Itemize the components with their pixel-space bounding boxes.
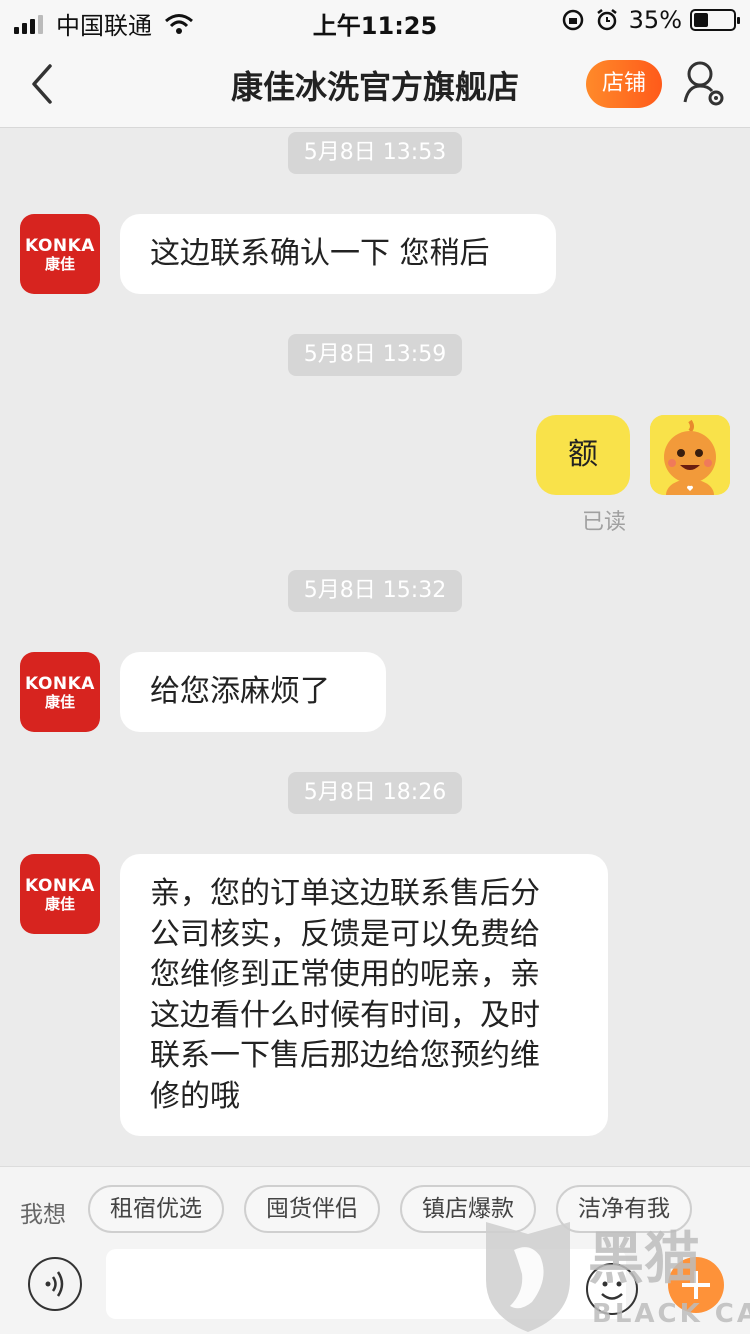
user-settings-icon[interactable] — [682, 58, 726, 108]
timestamp: 5月8日 18:26 — [288, 772, 462, 814]
message-bubble[interactable]: 这边联系确认一下 您稍后 — [120, 214, 556, 294]
watermark-cn: 黑猫 — [588, 1227, 700, 1292]
avatar-logo-en: KONKA — [25, 674, 95, 694]
avatar-logo-en: KONKA — [25, 236, 95, 256]
my-avatar[interactable] — [650, 415, 730, 495]
battery-icon — [690, 9, 740, 31]
shop-avatar[interactable]: KONKA 康佳 — [20, 652, 100, 732]
message-line: 亲，您的订单这边联系售后分 — [150, 876, 540, 911]
message-line: 您维修到正常使用的呢亲，亲 — [150, 957, 540, 992]
black-cat-watermark: 黑猫 BLACK CAT — [486, 1222, 750, 1332]
timestamp: 5月8日 13:53 — [288, 132, 462, 174]
suggestion-chip[interactable]: 租宿优选 — [88, 1185, 224, 1233]
avatar-logo-cn: 康佳 — [44, 255, 75, 273]
shop-avatar[interactable]: KONKA 康佳 — [20, 214, 100, 294]
voice-icon — [45, 1271, 64, 1297]
cartoon-avatar-icon — [650, 415, 730, 495]
rotation-lock-icon — [562, 9, 583, 31]
alarm-icon — [596, 9, 617, 31]
avatar-logo-cn: 康佳 — [44, 895, 75, 913]
watermark-en: BLACK CAT — [592, 1299, 750, 1329]
voice-button[interactable] — [28, 1257, 82, 1311]
battery-percent: 35% — [628, 6, 682, 34]
nav-bar: 康佳冰洗官方旗舰店 店铺 — [0, 40, 750, 128]
status-bar: 中国联通 上午11:25 35% — [0, 0, 750, 40]
suggestion-label: 我想 — [20, 1202, 66, 1228]
shop-avatar[interactable]: KONKA 康佳 — [20, 854, 100, 934]
suggestion-chip[interactable]: 囤货伴侣 — [244, 1185, 380, 1233]
message-line: 公司核实，反馈是可以免费给 — [150, 916, 540, 952]
message-line: 联系一下售后那边给您预约维 — [150, 1038, 540, 1073]
avatar-logo-en: KONKA — [25, 876, 95, 896]
message-bubble[interactable]: 给您添麻烦了 — [120, 652, 386, 732]
avatar-logo-cn: 康佳 — [44, 693, 75, 711]
message-line: 这边看什么时候有时间，及时 — [150, 997, 540, 1033]
timestamp: 5月8日 15:32 — [288, 570, 462, 612]
timestamp: 5月8日 13:59 — [288, 334, 462, 376]
message-line: 修的哦 — [150, 1078, 240, 1114]
message-bubble[interactable]: 亲，您的订单这边联系售后分 公司核实，反馈是可以免费给 您维修到正常使用的呢亲，… — [120, 854, 608, 1136]
read-status: 已读 — [582, 510, 627, 535]
my-message-bubble[interactable]: 额 — [536, 415, 630, 495]
shop-button[interactable]: 店铺 — [586, 60, 662, 108]
